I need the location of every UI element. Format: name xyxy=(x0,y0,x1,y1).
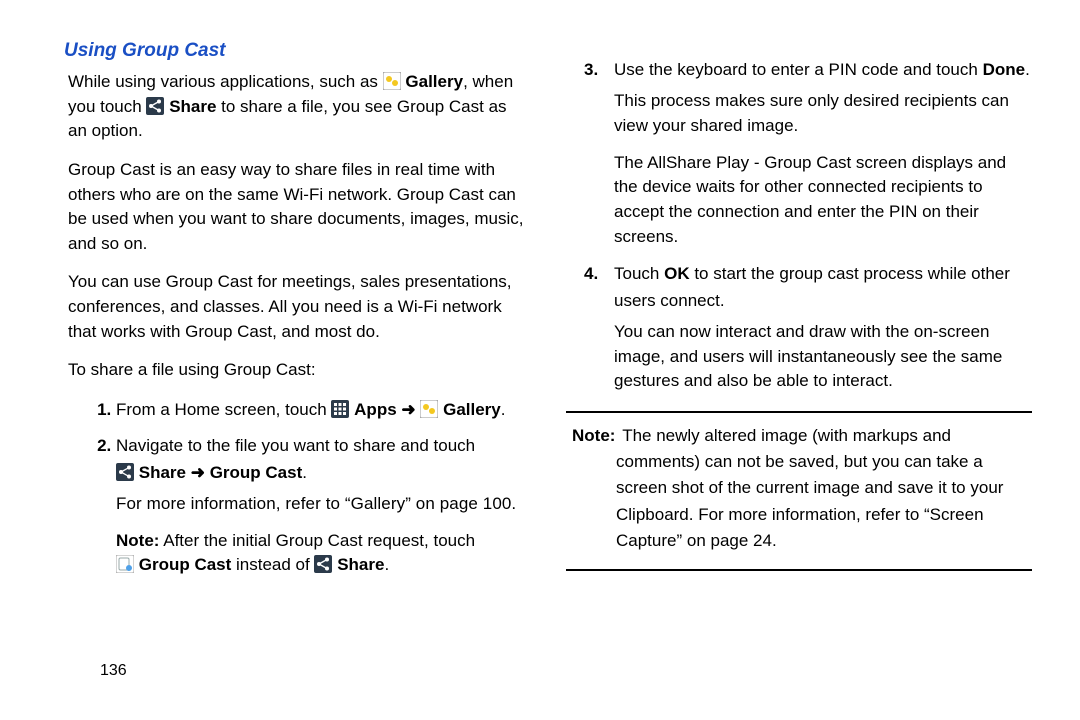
step-4-desc: You can now interact and draw with the o… xyxy=(614,320,1032,394)
share-label: Share xyxy=(337,555,384,574)
steps-list-right: Use the keyboard to enter a PIN code and… xyxy=(566,57,1032,394)
inline-note: Note: After the initial Group Cast reque… xyxy=(116,529,530,578)
note-body: The newly altered image (with markups an… xyxy=(616,426,1003,550)
cross-reference: For more information, refer to “Gallery”… xyxy=(116,492,530,517)
left-column: Using Group Cast While using various app… xyxy=(64,40,530,590)
note-label: Note: xyxy=(572,426,615,445)
step-1: From a Home screen, touch Apps ➜ Gallery… xyxy=(116,397,530,423)
ok-label: OK xyxy=(664,264,690,283)
gallery-label: Gallery xyxy=(405,72,463,91)
intro-paragraph-1: While using various applications, such a… xyxy=(68,70,530,144)
step-4: Touch OK to start the group cast process… xyxy=(614,261,1032,394)
note-text: Note: The newly altered image (with mark… xyxy=(566,423,1032,555)
step-3: Use the keyboard to enter a PIN code and… xyxy=(614,57,1032,249)
share-icon xyxy=(116,463,134,481)
share-label: Share xyxy=(169,97,216,116)
done-label: Done xyxy=(983,60,1026,79)
intro-paragraph-3: You can use Group Cast for meetings, sal… xyxy=(68,270,530,344)
columns: Using Group Cast While using various app… xyxy=(64,40,1032,590)
text: Touch xyxy=(614,264,664,283)
steps-list-left: From a Home screen, touch Apps ➜ Gallery… xyxy=(68,397,530,578)
groupcast-label: Group Cast xyxy=(210,463,303,482)
arrow-icon: ➜ xyxy=(186,463,210,482)
text: instead of xyxy=(231,555,314,574)
text: . xyxy=(1025,60,1030,79)
text: While using various applications, such a… xyxy=(68,72,383,91)
note-label: Note: xyxy=(116,531,159,550)
step-3-desc-2: The AllShare Play - Group Cast screen di… xyxy=(614,151,1032,250)
intro-paragraph-2: Group Cast is an easy way to share files… xyxy=(68,158,530,257)
right-column: Use the keyboard to enter a PIN code and… xyxy=(566,40,1032,590)
intro-paragraph-4: To share a file using Group Cast: xyxy=(68,358,530,383)
page: Using Group Cast While using various app… xyxy=(0,0,1080,610)
groupcast-label: Group Cast xyxy=(139,555,232,574)
gallery-label: Gallery xyxy=(443,400,501,419)
text: . xyxy=(384,555,389,574)
step-2: Navigate to the file you want to share a… xyxy=(116,433,530,578)
apps-icon xyxy=(331,400,349,418)
share-icon xyxy=(314,555,332,573)
text: . xyxy=(501,400,506,419)
page-number: 136 xyxy=(100,662,127,680)
text: After the initial Group Cast request, to… xyxy=(159,531,475,550)
groupcast-icon xyxy=(116,555,134,573)
text: Navigate to the file you want to share a… xyxy=(116,436,475,455)
text: From a Home screen, touch xyxy=(116,400,331,419)
arrow-icon: ➜ xyxy=(397,400,421,419)
share-label: Share xyxy=(139,463,186,482)
share-icon xyxy=(146,97,164,115)
section-heading: Using Group Cast xyxy=(64,40,530,62)
text: Use the keyboard to enter a PIN code and… xyxy=(614,60,983,79)
gallery-icon xyxy=(383,72,401,90)
step-3-desc-1: This process makes sure only desired rec… xyxy=(614,89,1032,138)
text: . xyxy=(302,463,307,482)
gallery-icon xyxy=(420,400,438,418)
note-box: Note: The newly altered image (with mark… xyxy=(566,411,1032,571)
apps-label: Apps xyxy=(354,400,397,419)
